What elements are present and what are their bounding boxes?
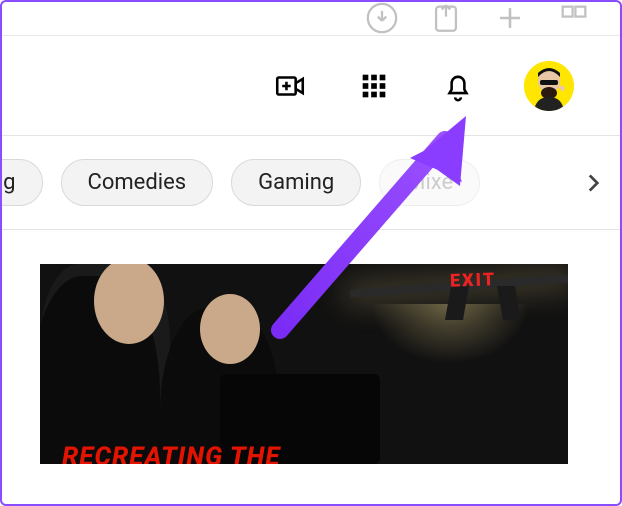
thumb-figure-head <box>200 294 260 364</box>
thumb-exit-sign: EXIT <box>450 269 497 292</box>
plus-icon[interactable] <box>492 0 528 36</box>
tabs-icon[interactable] <box>556 0 592 36</box>
chip-label: Mixe <box>406 170 453 195</box>
video-thumbnail[interactable]: EXIT RECREATING THE <box>40 264 568 464</box>
browser-toolbar <box>0 0 622 36</box>
apps-grid-icon[interactable] <box>356 68 392 104</box>
share-icon[interactable] <box>428 0 464 36</box>
chip[interactable]: ng <box>0 159 43 206</box>
content-area: EXIT RECREATING THE <box>0 230 622 464</box>
chip-label: Comedies <box>88 170 187 195</box>
chip[interactable]: Mixe <box>379 159 480 206</box>
chip[interactable]: Comedies <box>61 159 214 206</box>
chip[interactable]: Gaming <box>231 159 361 206</box>
create-video-icon[interactable] <box>272 68 308 104</box>
chip-label: ng <box>0 170 16 195</box>
chips-next-button[interactable] <box>578 168 608 198</box>
chip-label: Gaming <box>258 170 334 195</box>
notifications-icon[interactable] <box>440 68 476 104</box>
category-chips: ng Comedies Gaming Mixe <box>0 136 622 230</box>
thumb-bat-ears <box>440 290 526 352</box>
avatar[interactable] <box>524 61 574 111</box>
app-header <box>0 36 622 136</box>
thumb-overlay-text: RECREATING THE <box>62 442 281 464</box>
download-icon[interactable] <box>364 0 400 36</box>
